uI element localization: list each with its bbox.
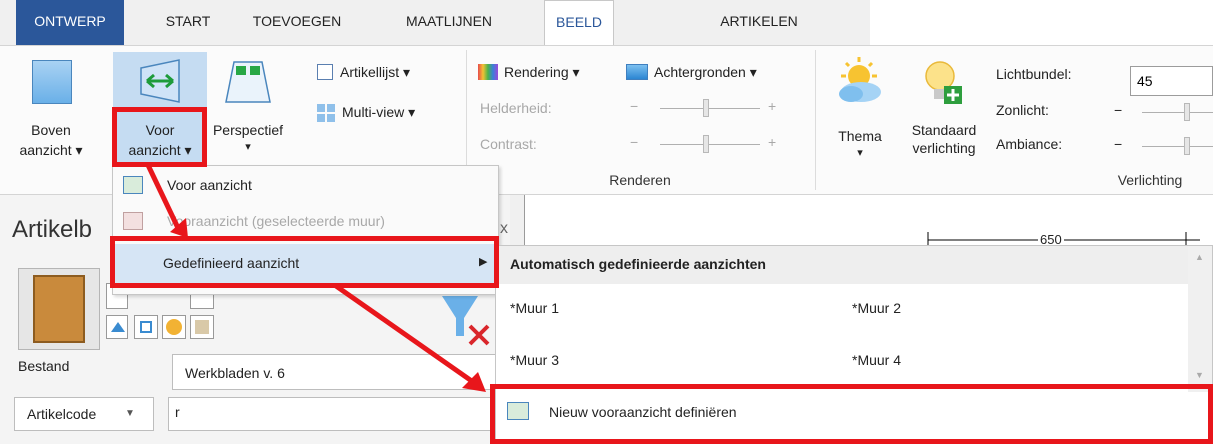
helderheid-plus: +: [768, 98, 777, 114]
helderheid-thumb[interactable]: [703, 99, 709, 117]
menu-item-label: Voor aanzicht: [167, 177, 252, 193]
submenu-scrollbar[interactable]: ▲ ▼: [1188, 246, 1212, 392]
top-view-icon: [32, 60, 72, 104]
renderen-group-title: Renderen: [609, 172, 671, 188]
weather-theme-icon: [839, 57, 881, 102]
category-icon-button[interactable]: [106, 315, 128, 339]
chevron-down-icon: ▼: [125, 408, 135, 419]
standaard-label-1: Standaard: [911, 122, 977, 138]
artikelcode-label: Artikelcode: [27, 406, 97, 422]
wall-view-item[interactable]: *Muur 3: [510, 352, 559, 368]
zonlicht-minus: −: [1114, 102, 1123, 118]
multiview-button[interactable]: Multi-view ▾: [315, 102, 455, 126]
contrast-slider[interactable]: [660, 144, 760, 145]
multiview-icon: [317, 104, 335, 122]
wall-view-item[interactable]: *Muur 2: [852, 300, 901, 316]
cabinet-icon: [33, 275, 85, 343]
helderheid-minus: −: [630, 98, 639, 114]
contrast-label: Contrast:: [480, 136, 537, 152]
achtergronden-label: Achtergronden ▾: [654, 64, 757, 80]
multiview-label: Multi-view ▾: [342, 104, 416, 120]
boven-label-1: Boven: [31, 122, 71, 138]
front-view-icon: [123, 176, 143, 194]
bestand-value: Werkbladen v. 6: [185, 365, 285, 381]
tab-toevoegen[interactable]: TOEVOEGEN: [242, 0, 352, 45]
perspectief-label: Perspectief: [212, 122, 284, 138]
thema-label: Thema: [838, 128, 882, 144]
rendering-label: Rendering ▾: [504, 64, 580, 80]
background-icon: [626, 64, 648, 80]
standaard-label-2: verlichting: [912, 140, 976, 156]
cabinet-category-button[interactable]: [18, 268, 100, 350]
category-icon-button[interactable]: [190, 315, 214, 339]
round-icon: [166, 319, 182, 335]
lichtbundel-label: Lichtbundel:: [996, 66, 1072, 82]
scroll-down-icon[interactable]: ▼: [1195, 370, 1204, 380]
helderheid-label: Helderheid:: [480, 100, 552, 116]
category-icon-button[interactable]: [162, 315, 186, 339]
group-separator: [815, 50, 816, 190]
menu-item-voor-aanzicht[interactable]: Voor aanzicht: [113, 168, 497, 204]
search-input[interactable]: r: [168, 397, 504, 431]
zonlicht-slider[interactable]: [1142, 112, 1213, 113]
menu-item-vooraanzicht-muur: Vooraanzicht (geselecteerde muur): [113, 204, 497, 240]
category-icon-button[interactable]: [134, 315, 158, 339]
wall-view-item[interactable]: *Muur 1: [510, 300, 559, 316]
square-icon: [140, 321, 152, 333]
thema-arrow: ▾: [857, 147, 863, 159]
thema-button[interactable]: Thema ▾: [825, 52, 895, 170]
bestand-select[interactable]: Werkbladen v. 6: [172, 354, 504, 390]
panel-title: Artikelb: [12, 216, 93, 243]
standaard-verlichting-button[interactable]: Standaard verlichting: [898, 52, 990, 170]
contrast-minus: −: [630, 134, 639, 150]
tab-bar-blank: [870, 0, 1213, 45]
tab-artikelen[interactable]: ARTIKELEN: [694, 0, 824, 45]
wall-view-item[interactable]: *Muur 4: [852, 352, 901, 368]
ambiance-label: Ambiance:: [996, 136, 1063, 152]
lichtbundel-input[interactable]: [1130, 66, 1213, 96]
boven-label-2: aanzicht ▾: [19, 142, 83, 158]
ambiance-thumb[interactable]: [1184, 137, 1190, 155]
verlichting-group-title: Verlichting: [1117, 172, 1183, 188]
tab-beeld[interactable]: BEELD: [544, 0, 614, 45]
annotation-box-voor-aanzicht: [112, 107, 207, 167]
helderheid-slider[interactable]: [660, 108, 760, 109]
contrast-thumb[interactable]: [703, 135, 709, 153]
panel-close-x[interactable]: x: [500, 220, 508, 238]
search-input-value: r: [175, 404, 180, 420]
submenu-header-label: Automatisch gedefinieerde aanzichten: [510, 256, 766, 272]
zonlicht-thumb[interactable]: [1184, 103, 1190, 121]
achtergronden-button[interactable]: Achtergronden ▾: [626, 62, 816, 86]
bestand-label: Bestand: [18, 358, 70, 374]
ambiance-slider[interactable]: [1142, 146, 1213, 147]
boven-aanzicht-button[interactable]: Boven aanzicht ▾: [8, 52, 94, 170]
front-view-wall-icon: [123, 212, 143, 230]
front-view-icon: [140, 59, 180, 103]
artikelcode-select[interactable]: Artikelcode ▼: [14, 397, 154, 431]
scroll-up-icon[interactable]: ▲: [1195, 252, 1204, 262]
artikellijst-label: Artikellijst ▾: [340, 64, 411, 80]
tab-ontwerp[interactable]: ONTWERP: [16, 0, 124, 45]
annotation-box-nieuw-vooraanzicht: [490, 384, 1213, 444]
filter-remove-icon[interactable]: [438, 296, 498, 348]
triangle-icon: [111, 322, 125, 332]
artikellijst-button[interactable]: Artikellijst ▾: [315, 62, 455, 86]
annotation-box-gedefinieerd: [110, 236, 499, 288]
rendering-button[interactable]: Rendering ▾: [476, 62, 616, 86]
list-icon: [317, 64, 333, 80]
menu-item-label: Vooraanzicht (geselecteerde muur): [167, 213, 385, 229]
tab-start[interactable]: START: [148, 0, 228, 45]
lightbulb-icon: [925, 61, 962, 104]
zonlicht-label: Zonlicht:: [996, 102, 1049, 118]
ambiance-minus: −: [1114, 136, 1123, 152]
tab-maatlijnen[interactable]: MAATLIJNEN: [374, 0, 524, 45]
perspectief-arrow: ▾: [245, 141, 251, 153]
perspectief-button[interactable]: Perspectief ▾: [210, 52, 286, 170]
box-icon: [195, 320, 209, 334]
rendering-icon: [478, 64, 498, 80]
contrast-plus: +: [768, 134, 777, 150]
perspective-icon: [225, 61, 271, 103]
